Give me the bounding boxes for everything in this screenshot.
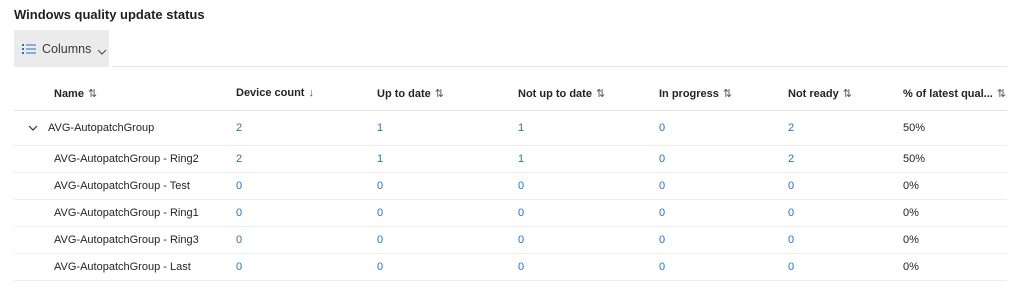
not-up-to-date-link[interactable]: 0	[518, 234, 524, 246]
in-progress-link[interactable]: 0	[659, 180, 665, 192]
chevron-expand-icon[interactable]	[22, 125, 44, 132]
sort-icon: ⇅	[842, 87, 852, 100]
sort-icon: ⇅	[996, 87, 1007, 100]
col-header-name[interactable]: Name ⇅	[14, 76, 236, 111]
percent-latest-value: 0%	[903, 261, 919, 273]
sort-icon: ⇅	[722, 87, 733, 100]
col-header-in-progress[interactable]: In progress ⇅	[659, 76, 788, 111]
not-ready-link[interactable]: 0	[788, 261, 794, 273]
sort-icon: ⇅	[434, 87, 444, 100]
sort-icon: ⇅	[595, 87, 606, 100]
row-name: AVG-AutopatchGroup - Ring2	[54, 153, 199, 165]
col-header-up-to-date[interactable]: Up to date ⇅	[377, 76, 518, 111]
up-to-date-link[interactable]: 0	[377, 207, 383, 219]
toolbar-divider	[112, 66, 1007, 67]
in-progress-link[interactable]: 0	[659, 122, 665, 134]
in-progress-link[interactable]: 0	[659, 153, 665, 165]
table-row[interactable]: AVG-AutopatchGroup - Ring3 0 0 0 0 0 0%	[14, 226, 1007, 254]
col-header-not-up-to-date[interactable]: Not up to date ⇅	[518, 76, 659, 111]
table-header-row: Name ⇅ Device count ↓ Up to date ⇅ Not up t…	[14, 76, 1007, 111]
up-to-date-link[interactable]: 0	[377, 261, 383, 273]
update-status-table: Name ⇅ Device count ↓ Up to date ⇅ Not up t…	[14, 76, 1007, 281]
percent-latest-value: 0%	[903, 234, 919, 246]
device-count-link[interactable]: 2	[236, 153, 242, 165]
sort-descending-icon: ↓	[308, 87, 314, 99]
col-header-not-ready[interactable]: Not ready ⇅	[788, 76, 903, 111]
in-progress-link[interactable]: 0	[659, 261, 665, 273]
device-count-link[interactable]: 0	[236, 207, 242, 219]
not-up-to-date-link[interactable]: 0	[518, 261, 524, 273]
table-row[interactable]: AVG-AutopatchGroup - Ring1 0 0 0 0 0 0%	[14, 199, 1007, 227]
up-to-date-link[interactable]: 0	[377, 180, 383, 192]
table-row[interactable]: AVG-AutopatchGroup - Last 0 0 0 0 0 0%	[14, 253, 1007, 281]
group-name-cell: AVG-AutopatchGroup	[14, 110, 236, 146]
not-ready-link[interactable]: 2	[788, 122, 794, 134]
not-ready-link[interactable]: 0	[788, 234, 794, 246]
not-up-to-date-link[interactable]: 0	[518, 180, 524, 192]
row-name: AVG-AutopatchGroup - Ring1	[54, 207, 199, 219]
row-name: AVG-AutopatchGroup - Test	[54, 180, 190, 192]
table-row[interactable]: AVG-AutopatchGroup - Test 0 0 0 0 0 0%	[14, 172, 1007, 200]
percent-latest-value: 50%	[903, 153, 926, 165]
device-count-link[interactable]: 0	[236, 234, 242, 246]
chevron-down-icon	[97, 45, 107, 55]
not-ready-link[interactable]: 0	[788, 180, 794, 192]
not-up-to-date-link[interactable]: 0	[518, 207, 524, 219]
not-ready-link[interactable]: 0	[788, 207, 794, 219]
table-row[interactable]: AVG-AutopatchGroup - Ring2 2 1 1 0 2 50%	[14, 145, 1007, 173]
device-count-link[interactable]: 2	[236, 122, 242, 134]
not-up-to-date-link[interactable]: 1	[518, 122, 524, 134]
columns-button[interactable]: Columns	[14, 30, 109, 67]
device-count-link[interactable]: 0	[236, 180, 242, 192]
up-to-date-link[interactable]: 1	[377, 122, 383, 134]
row-name: AVG-AutopatchGroup - Last	[54, 261, 191, 273]
columns-list-icon	[22, 43, 36, 55]
row-name: AVG-AutopatchGroup - Ring3	[54, 234, 199, 246]
up-to-date-link[interactable]: 0	[377, 234, 383, 246]
not-up-to-date-link[interactable]: 1	[518, 153, 524, 165]
sort-icon: ⇅	[87, 87, 98, 100]
percent-latest-value: 0%	[903, 207, 919, 219]
table-group-row[interactable]: AVG-AutopatchGroup 2 1 1 0 2 50%	[14, 110, 1007, 146]
in-progress-link[interactable]: 0	[659, 207, 665, 219]
percent-latest-value: 0%	[903, 180, 919, 192]
col-header-device-count[interactable]: Device count ↓	[236, 76, 377, 111]
group-name: AVG-AutopatchGroup	[48, 122, 155, 134]
in-progress-link[interactable]: 0	[659, 234, 665, 246]
columns-button-label: Columns	[42, 41, 92, 56]
page-title: Windows quality update status	[14, 7, 205, 22]
up-to-date-link[interactable]: 1	[377, 153, 383, 165]
percent-latest-value: 50%	[903, 122, 926, 134]
not-ready-link[interactable]: 2	[788, 153, 794, 165]
device-count-link[interactable]: 0	[236, 261, 242, 273]
col-header-percent-latest[interactable]: % of latest qual... ⇅	[903, 76, 1007, 111]
